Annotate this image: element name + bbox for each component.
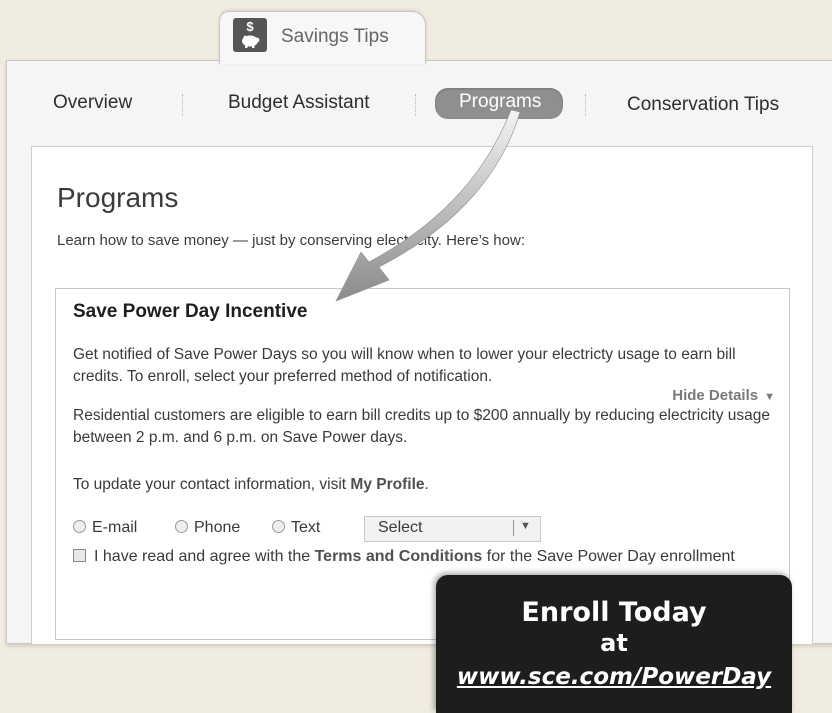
- agree-suffix: for the Save Power Day enrollment: [482, 548, 735, 565]
- promo-heading: Enroll Today: [521, 597, 707, 628]
- radio-email-label: E-mail: [92, 519, 138, 536]
- hide-details-toggle[interactable]: Hide Details ▼: [672, 387, 775, 404]
- radio-email[interactable]: E-mail: [73, 519, 137, 537]
- contact-suffix: .: [424, 476, 429, 493]
- card-description: Get notified of Save Power Days so you w…: [73, 346, 736, 385]
- terms-agreement[interactable]: I have read and agree with the Terms and…: [73, 548, 735, 566]
- piggy-bank-icon: $: [233, 18, 267, 52]
- terms-link[interactable]: Terms and Conditions: [315, 548, 483, 565]
- nav-item-budget-assistant[interactable]: Budget Assistant: [228, 92, 370, 114]
- page-title: Programs: [57, 182, 179, 213]
- main-panel: Overview Budget Assistant Programs Conse…: [6, 60, 832, 644]
- radio-button-icon: [272, 520, 285, 533]
- radio-button-icon: [175, 520, 188, 533]
- radio-text-label: Text: [291, 519, 321, 536]
- nav-divider: [182, 94, 183, 116]
- checkbox-icon: [73, 549, 86, 562]
- contact-prefix: To update your contact information, visi…: [73, 476, 351, 493]
- radio-phone[interactable]: Phone: [175, 519, 240, 537]
- nav-item-conservation-tips[interactable]: Conservation Tips: [627, 94, 779, 116]
- radio-button-icon: [73, 520, 86, 533]
- select-divider: [513, 520, 514, 536]
- section-nav: Overview Budget Assistant Programs Conse…: [7, 61, 832, 145]
- promo-url-link[interactable]: www.sce.com/PowerDay: [436, 664, 792, 690]
- notification-select[interactable]: Select ▼: [364, 516, 541, 542]
- my-profile-link[interactable]: My Profile: [350, 476, 424, 493]
- programs-content: Programs Learn how to save money — just …: [31, 146, 813, 644]
- dollar-sign: $: [246, 19, 254, 34]
- savings-tips-tab[interactable]: $ Savings Tips: [219, 11, 426, 64]
- radio-phone-label: Phone: [194, 519, 241, 536]
- intro-text: Learn how to save money — just by conser…: [57, 232, 525, 249]
- card-title: Save Power Day Incentive: [73, 301, 308, 322]
- eligibility-text: Residential customers are eligible to ea…: [73, 407, 771, 446]
- savings-tips-label: Savings Tips: [281, 26, 389, 47]
- caret-down-icon: ▼: [764, 391, 775, 403]
- nav-item-programs[interactable]: Programs: [435, 88, 564, 119]
- select-value: Select: [378, 519, 423, 536]
- nav-divider: [585, 94, 586, 116]
- nav-divider: [415, 94, 416, 116]
- chevron-down-icon: ▼: [520, 520, 531, 532]
- nav-item-overview[interactable]: Overview: [53, 92, 132, 114]
- promo-at: at: [600, 629, 628, 657]
- radio-text[interactable]: Text: [272, 519, 320, 537]
- hide-details-label: Hide Details: [672, 387, 759, 404]
- agree-prefix: I have read and agree with the: [94, 548, 315, 565]
- contact-info-text: To update your contact information, visi…: [73, 474, 773, 496]
- enroll-promo-box: Enroll Today at www.sce.com/PowerDay: [436, 575, 792, 713]
